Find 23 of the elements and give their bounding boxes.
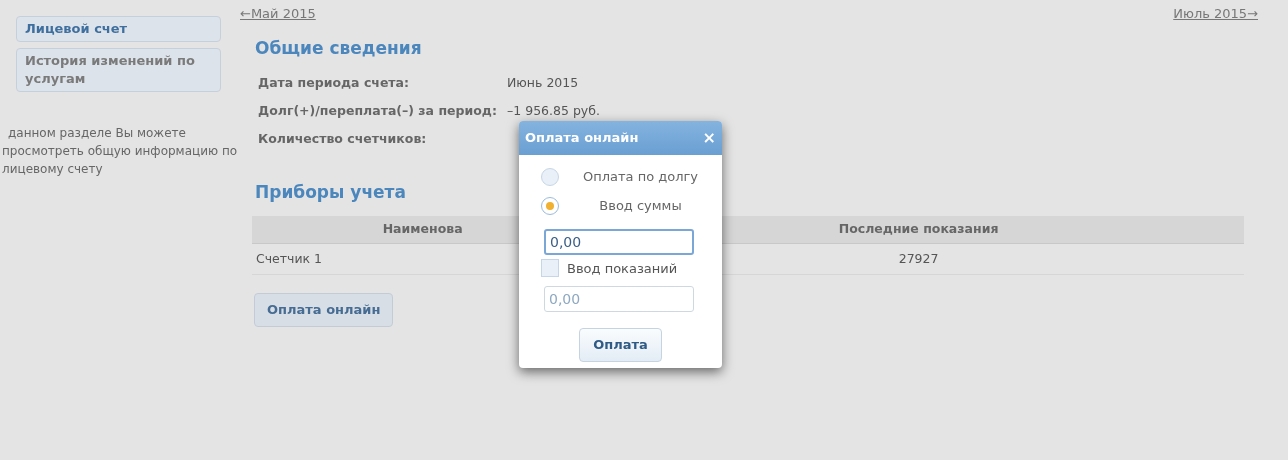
close-button[interactable]: × <box>702 128 716 148</box>
option-label: Ввод суммы <box>598 197 683 216</box>
radio-button[interactable] <box>541 197 559 215</box>
dialog-title: Оплата онлайн <box>525 129 639 147</box>
previous-month-link[interactable]: ←Май 2015 <box>240 4 316 24</box>
radio-button[interactable] <box>541 168 559 186</box>
amount-field[interactable]: 0,00 <box>544 228 694 255</box>
sidebar-item[interactable]: История изменений по услугам <box>16 48 221 92</box>
readings-field[interactable]: 0,00 <box>544 286 694 312</box>
sidebar-item[interactable]: Лицевой счет <box>16 16 221 42</box>
pay-online-button[interactable]: Оплата онлайн <box>254 293 394 327</box>
field-value: –1 956.85 руб. <box>507 101 600 120</box>
next-month-link[interactable]: Июль 2015→ <box>1173 4 1258 24</box>
pay-button[interactable]: Оплата <box>579 328 662 362</box>
checkbox[interactable] <box>541 259 559 278</box>
field-label: Долг(+)/переплата(–) за период: <box>258 101 498 120</box>
section-heading: Приборы учета <box>255 181 407 205</box>
field-value: Июнь 2015 <box>507 74 579 92</box>
help-text: данном разделе Вы можете просмотреть общую информацию по лицевому счету <box>2 125 239 178</box>
section-heading: Общие сведения <box>255 36 423 60</box>
field-label: Дата периода счета: <box>258 74 411 92</box>
option-label: Оплата по долгу <box>581 168 699 187</box>
field-label: Количество счетчиков: <box>258 129 428 148</box>
